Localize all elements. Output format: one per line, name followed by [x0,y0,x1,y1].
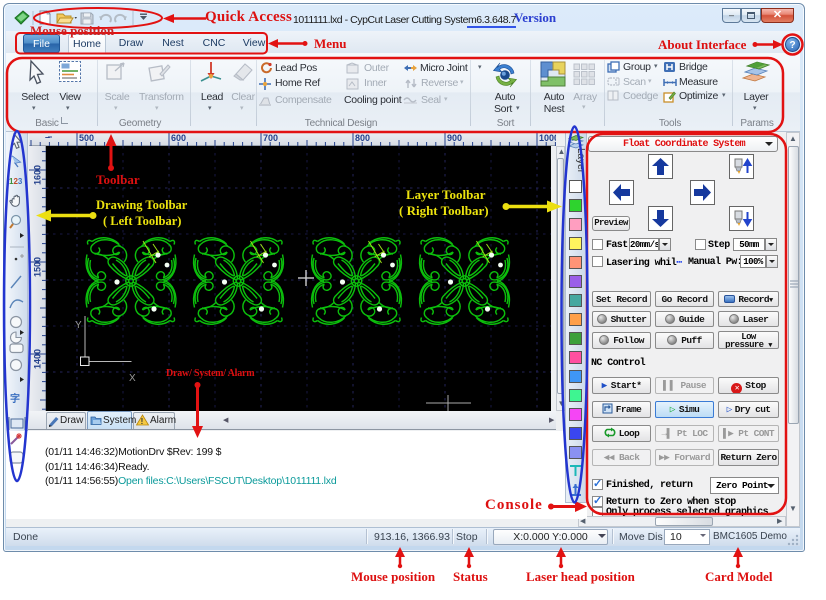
svg-text:123: 123 [9,177,23,186]
svg-text:字: 字 [10,392,20,405]
svg-text:600: 600 [171,133,186,143]
svg-text:800: 800 [355,133,370,143]
svg-text:1600: 1600 [33,165,43,185]
svg-text:1400: 1400 [33,349,43,369]
svg-text:–: – [45,132,50,142]
svg-text:!: ! [141,417,144,426]
svg-text:900: 900 [447,133,462,143]
svg-text:1500: 1500 [33,257,43,277]
svg-text:700: 700 [263,133,278,143]
svg-text:X: X [129,373,136,384]
svg-text:Y: Y [75,320,82,331]
svg-text:500: 500 [79,133,94,143]
svg-text:1000: 1000 [539,133,556,143]
